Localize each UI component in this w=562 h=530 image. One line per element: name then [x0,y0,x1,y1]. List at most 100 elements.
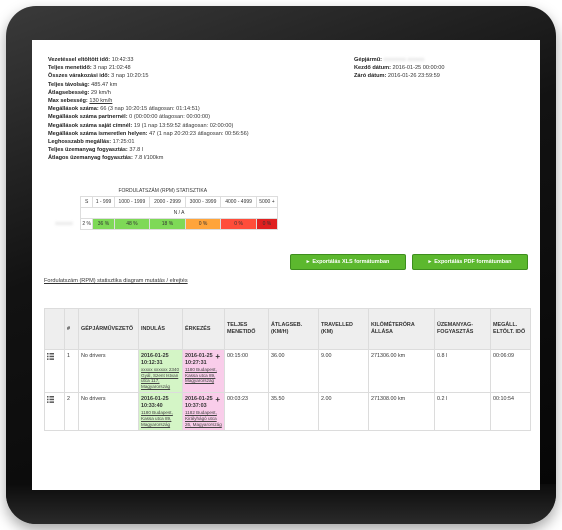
rpm-na: N / A [80,207,278,219]
row-action-cell [44,392,65,432]
start-time: 2016-01-25 10:33:40 [141,396,169,410]
rpm-title: FORDULATSZÁM (RPM) STATISZTIKA [118,188,208,194]
rpm-value-cell: 48 % [113,218,151,230]
vehicle-info-row: Gépjármű: xxxxxxxx xxxxxx [354,56,445,64]
cell-km: 2.00 [318,392,369,432]
cell-stop: 00:06:09 [490,348,531,394]
table-row[interactable]: 2 No drivers 2016-01-25 10:33:40 1180 Budap… [44,392,531,432]
cell-km: 9.00 [318,348,369,394]
summary-value: 485.47 km [91,81,118,88]
cell-fuel: 0.2 l [434,392,491,432]
column-header: TELJES MENETIDŐ [224,308,269,350]
rpm-header-cell: 4000 - 4999 [220,196,257,208]
rpm-header-cell: S [79,196,94,208]
cell-odo: 271306.00 km [368,348,435,394]
cell-total: 00:15:00 [224,348,269,394]
export-pdf-button[interactable]: ▸ Exportálás PDF formátumban [412,254,528,270]
summary-value: 3 nap 21:02:48 [93,65,131,72]
summary-row: Teljes üzemanyag fogyasztás: 37.8 l [48,146,249,154]
start-address-link[interactable]: xxxxx xxxxxx 2340 Gyál, Szent Istvan utc… [141,367,180,389]
start-time: 2016-01-25 10:12:31 [141,353,169,366]
cell-avg: 36.00 [268,348,319,394]
column-header: ÉRKEZÉS [182,308,225,350]
export-xls-button[interactable]: ▸ Exportálás XLS formátumban [290,254,406,270]
row-action-cell [44,348,65,394]
cell-stop: 00:10:54 [490,392,531,432]
list-icon[interactable] [47,353,54,360]
list-icon[interactable] [47,396,54,404]
column-header: INDULÁS [138,308,183,350]
add-plus-icon[interactable]: + [215,353,220,361]
vehicle-info-value: xxxxxxxx xxxxxx [383,57,425,63]
summary-label: Megállások száma saját címnél: [48,122,133,129]
summary-value: 10:42:33 [111,57,134,63]
end-address-link[interactable]: 1180 Budapest, Kassa utca 89, Magyarorsz… [185,367,222,384]
summary-label: Megállások száma ismeretlen helyen: [48,130,148,137]
row-number: 1 [64,348,79,394]
rpm-header-row: S1 - 999 1000 - 1999 2000 - 2999 3000 - 399… [48,196,279,208]
summary-row: Max sebesség: 130 km/h [48,97,249,105]
summary-label: Átlagsebesség: [48,89,90,96]
summary-value: 3 nap 10:20:15 [111,73,149,80]
vehicle-info-label: Kezdő dátum: [354,65,391,72]
screen: Vezetéssel eltöltött idő: 10:42:33 Teljes… [32,40,540,490]
rpm-value-cell: 0 % [255,218,279,230]
rpm-value-cell: 0 % [184,218,222,230]
rpm-values-row: xxxxxxx 2 % 36 % 48 % 18 % 0 % 0 % 0 % [48,218,279,230]
rpm-statistics-table: FORDULATSZÁM (RPM) STATISZTIKA S1 - 999 1… [48,186,279,230]
rpm-header-cell: 2000 - 2999 [149,196,186,208]
rpm-row-label: xxxxxxx [55,221,73,227]
summary-label: Összes várakozási idő: [48,73,110,80]
driver-name: No drivers [78,392,139,432]
summary-value: 0 (00:00:00 átlagosan: 00:00:00) [129,114,211,121]
start-address-link[interactable]: 1180 Budapest, Kassa utca 89, Magyarorsz… [141,410,180,427]
summary-row: Vezetéssel eltöltött idő: 10:42:33 [48,56,249,64]
add-plus-icon[interactable]: + [215,396,220,404]
rpm-header-cell: 1 - 999 [92,196,115,208]
start-cell: 2016-01-25 10:12:31 xxxxx xxxxxx 2340 Gyá… [138,348,183,394]
summary-label: Vezetéssel eltöltött idő: [48,57,111,63]
cell-odo: 271308.00 km [368,392,435,432]
summary-value: 37.8 l [129,147,144,154]
summary-label: Teljes üzemanyag fogyasztás: [48,147,128,154]
column-header [44,308,65,350]
summary-row: Megállások száma saját címnél: 19 (1 nap… [48,122,249,130]
column-header: ÁTLAGSEB. (KM/H) [268,308,319,350]
summary-label: Megállások száma partnernél: [48,114,128,121]
rpm-value-cell: 18 % [149,218,186,230]
rpm-diagram-toggle-link[interactable]: Fordulatszám (RPM) statisztika diagram m… [44,278,188,284]
end-cell: +2016-01-25 10:27:31 1180 Budapest, Kassa… [182,348,225,394]
column-header: # [64,308,79,350]
summary-row: Megállások száma: 66 (3 nap 10:20:15 átl… [48,105,249,113]
trips-table: # GÉPJÁRMŰVEZETŐ INDULÁS ÉRKEZÉS TELJES MENE… [44,308,531,432]
export-xls-label: Exportálás XLS formátumban [312,259,390,265]
summary-label: Átlagos üzemanyag fogyasztás: [48,155,133,162]
column-header: KILÓMÉTERÓRA ÁLLÁSA [368,308,435,350]
summary-value: 47 (1 nap 20:20:23 átlagosan: 00:56:56) [149,130,249,137]
vehicle-info-row: Záró dátum: 2016-01-26 23:59:59 [354,72,445,80]
export-xls-icon: ▸ [306,259,310,265]
rpm-value-cell: 0 % [220,218,257,230]
rpm-header-cell: 3000 - 3999 [184,196,222,208]
vehicle-info: Gépjármű: xxxxxxxx xxxxxx Kezdő dátum: 20… [354,56,445,81]
cell-total: 00:03:23 [224,392,269,432]
table-row[interactable]: 1 No drivers 2016-01-25 10:12:31 xxxxx xxxx… [44,348,531,394]
summary-row: Átlagsebesség: 29 km/h [48,89,249,97]
trip-summary: Vezetéssel eltöltött idő: 10:42:33 Teljes… [48,56,249,163]
column-header: TRAVELLED (KM) [318,308,369,350]
rpm-na-row: N / A [48,207,278,219]
cell-avg: 35.50 [268,392,319,432]
end-cell: +2016-01-25 10:37:03 1182 Budapest, Királ… [182,392,225,432]
rpm-value-cell: 2 % [79,218,94,230]
end-address-link[interactable]: 1182 Budapest, Királyhágó utca 26, Magya… [185,410,222,427]
driver-name: No drivers [78,348,139,394]
summary-row: Leghosszabb megállás: 17:25:01 [48,138,249,146]
vehicle-info-label: Záró dátum: [354,73,387,80]
rpm-value-cell: 36 % [92,218,115,230]
summary-label: Teljes menetidő: [48,65,92,72]
column-header: ÜZEMANYAG-FOGYASZTÁS [434,308,491,350]
summary-label: Leghosszabb megállás: [48,139,112,146]
summary-value: 17:25:01 [112,139,135,146]
summary-value: 130 km/h [89,98,113,105]
column-header: MEGÁLL. ELTÖLT. IDŐ [490,308,531,350]
